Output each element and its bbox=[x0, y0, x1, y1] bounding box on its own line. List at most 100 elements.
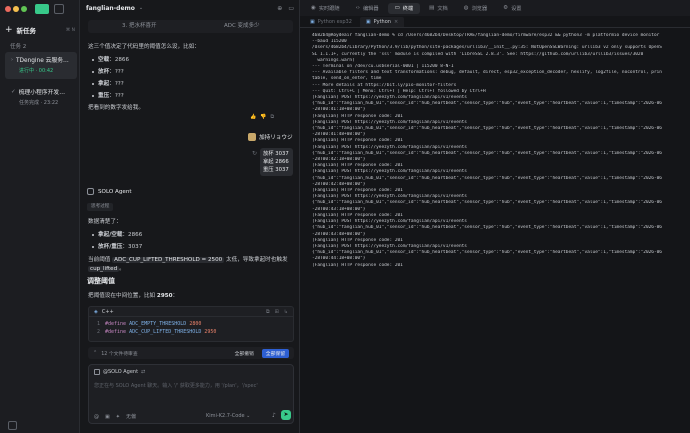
task-item[interactable]: ✓ 梳理小程序开发… 任务完成 · 23:22 bbox=[5, 84, 77, 107]
history-icon[interactable]: ⊕ bbox=[277, 5, 282, 12]
close-icon[interactable]: × bbox=[394, 19, 398, 25]
maximize-window-button[interactable] bbox=[21, 6, 27, 12]
copy-icon[interactable]: ⧉ bbox=[266, 309, 270, 315]
terminal-tab[interactable]: ▣ Python × bbox=[359, 17, 405, 27]
terminal-line: {"hub_id":"fanglian_hub_01","sensor_id":… bbox=[312, 175, 662, 181]
code-icon: ‹› bbox=[355, 5, 360, 11]
terminal-icon: ▭ bbox=[394, 5, 400, 11]
code-line: #define ADC_CUP_LIFTED_THRESHOLD 2950 bbox=[105, 329, 217, 335]
accept-all-button[interactable]: 全部保留 bbox=[261, 348, 289, 358]
terminal-line: 4682b4@Roydeair fanglian-demo % cd /User… bbox=[312, 33, 660, 38]
terminal-output[interactable]: 4682b4@Roydeair fanglian-demo % cd /User… bbox=[312, 33, 686, 269]
avatar bbox=[248, 133, 256, 141]
chat-text: 把阈值设在中间位置，比如 2950： bbox=[88, 293, 179, 299]
agent-icon bbox=[87, 188, 94, 195]
chat-text: 当前阈值 ADC_CUP_LIFTED_THRESHOLD = 2500 太低，… bbox=[88, 257, 288, 263]
window-controls bbox=[5, 6, 35, 15]
switch-icon[interactable]: ⇄ bbox=[141, 369, 145, 375]
image-icon[interactable]: ▣ bbox=[105, 414, 110, 420]
user-message-line: 拿起 2866 bbox=[263, 159, 289, 165]
close-window-button[interactable] bbox=[5, 6, 11, 12]
insert-icon[interactable]: ↳ bbox=[284, 309, 288, 315]
sidebar: + 新任务 ⌘ N 任务 2 › TDengine 云服务… 进行中 · 00:… bbox=[0, 0, 80, 433]
layout-icon[interactable]: ▭ bbox=[288, 5, 294, 12]
terminal-line: {"hub_id":"fanglian_hub_01","sensor_id":… bbox=[312, 225, 662, 231]
new-task-label: 新任务 bbox=[16, 27, 37, 35]
model-selector[interactable]: Kimi-K2.7-Code ⌄ bbox=[206, 413, 250, 419]
chat-input[interactable]: @SOLO Agent ⇄ 您正在与 SOLO Agent 聊天。输入 '/' … bbox=[88, 364, 294, 424]
terminal-line: {"hub_id":"fanglian_hub_01","sensor_id":… bbox=[312, 101, 662, 107]
user-message-line: 放杯 3037 bbox=[263, 151, 289, 157]
task-status: 进行中 · 00:42 bbox=[19, 68, 54, 74]
changes-count[interactable]: 12 个文件待审查 bbox=[101, 350, 137, 357]
tab-docs[interactable]: ▤ 文档 bbox=[422, 3, 455, 14]
agent-name: SOLO Agent bbox=[98, 188, 132, 195]
thumbs-up-icon[interactable]: 👍 bbox=[250, 114, 256, 120]
new-task-button[interactable]: + 新任务 ⌘ N bbox=[5, 24, 75, 36]
tab-live-follow[interactable]: ◉ 实时跟随 bbox=[304, 3, 347, 14]
bullet-item: 拿起/空载：2866 bbox=[92, 230, 142, 238]
tool-label[interactable]: 无偏 bbox=[126, 413, 136, 420]
send-button[interactable]: ➤ bbox=[281, 410, 291, 420]
microphone-icon[interactable]: ♪ bbox=[272, 412, 276, 419]
message-actions: 👍 👎 ⧉ bbox=[250, 114, 274, 120]
terminal-tab[interactable]: ▣ Python esp32 bbox=[304, 17, 358, 27]
bullet-item: 空载：2866 bbox=[92, 55, 129, 63]
user-name: 加持リョウジ bbox=[259, 135, 293, 141]
chat-step-tab[interactable]: 3. 把水杯喜开 bbox=[88, 20, 191, 33]
view-tabs: ◉ 实时跟随 ‹› 编辑器 ▭ 终端 ▤ 文档 ◍ 浏览器 ⚙ 设置 bbox=[300, 0, 690, 16]
plus-icon: + bbox=[5, 24, 13, 35]
input-placeholder[interactable]: 您正在与 SOLO Agent 聊天。输入 '/' 获取更多能力，用 '/pla… bbox=[94, 382, 258, 389]
think-toggle[interactable]: 思考过程 bbox=[87, 203, 114, 211]
apply-icon[interactable]: ⊞ bbox=[275, 309, 279, 315]
terminal-line: {"hub_id":"fanglian_hub_01","sensor_id":… bbox=[312, 200, 662, 206]
code-language: C++ bbox=[101, 308, 114, 315]
attach-icon[interactable]: @ bbox=[94, 414, 99, 420]
project-name[interactable]: fanglian-demo bbox=[86, 5, 135, 12]
sidebar-toggle-icon[interactable] bbox=[54, 4, 64, 14]
agent-mention[interactable]: @SOLO Agent ⇄ bbox=[94, 369, 145, 375]
terminal-tabs: ▣ Python esp32 ▣ Python × bbox=[300, 17, 690, 28]
tab-terminal[interactable]: ▭ 终端 bbox=[387, 2, 421, 14]
python-icon: ▣ bbox=[310, 19, 315, 25]
terminal-line: {"hub_id":"fanglian_hub_01","sensor_id":… bbox=[312, 250, 662, 256]
new-task-shortcut: ⌘ N bbox=[65, 27, 75, 33]
check-icon: ✓ bbox=[11, 88, 16, 95]
sparkle-icon[interactable]: ✦ bbox=[116, 414, 120, 420]
tab-settings[interactable]: ⚙ 设置 bbox=[496, 3, 528, 14]
chat-step-tabs: 3. 把水杯喜开 ADC 变成多少 bbox=[88, 20, 293, 33]
chat-step-tab[interactable]: ADC 变成多少 bbox=[191, 20, 294, 33]
chat-header: fanglian-demo ⌄ ⊕ ▭ bbox=[80, 0, 300, 16]
input-tools: @ ▣ ✦ 无偏 bbox=[94, 413, 136, 421]
reject-all-button[interactable]: 全部撤销 bbox=[231, 349, 258, 358]
chat-text: cup_lifted。 bbox=[88, 266, 125, 272]
terminal-line: SL 1.1.1+, currently the 'ssl' module is… bbox=[312, 51, 644, 57]
minimize-window-button[interactable] bbox=[13, 6, 19, 12]
chevron-down-icon[interactable]: ⌄ bbox=[139, 5, 143, 11]
tasks-header: 任务 2 bbox=[10, 44, 27, 50]
doc-icon: ▤ bbox=[429, 5, 435, 11]
tab-browser[interactable]: ◍ 浏览器 bbox=[457, 3, 494, 14]
terminal-line: /Users/4682b4/Library/Python/3.9/lib/pyt… bbox=[312, 45, 662, 51]
inline-code: ADC_CUP_LIFTED_THRESHOLD = 2500 bbox=[112, 257, 225, 263]
app-logo-icon bbox=[35, 4, 49, 14]
terminal-line: [Fanglian] HTTP response code: 201 bbox=[312, 262, 403, 268]
task-title: TDengine 云服务… bbox=[16, 58, 69, 64]
section-heading: 调整阈值 bbox=[87, 277, 115, 285]
panel-toggle-icon[interactable] bbox=[8, 421, 17, 430]
task-item[interactable]: › TDengine 云服务… 进行中 · 00:42 bbox=[5, 52, 77, 79]
chat-text: 数据清楚了： bbox=[88, 219, 122, 225]
thumbs-down-icon[interactable]: 👎 bbox=[260, 114, 266, 120]
terminal-line: {"hub_id":"fanglian_hub_01","sensor_id":… bbox=[312, 126, 662, 132]
bullet-item: 放杯/重压：3037 bbox=[92, 242, 142, 250]
chevron-up-icon[interactable]: ⌃ bbox=[93, 350, 97, 356]
user-chip: 加持リョウジ bbox=[248, 133, 293, 141]
copy-icon[interactable]: ⧉ bbox=[270, 114, 274, 120]
code-line: #define ADC_EMPTY_THRESHOLD 2800 bbox=[105, 321, 202, 327]
python-icon: ▣ bbox=[365, 19, 371, 25]
code-language-icon: ◈ bbox=[94, 308, 98, 315]
retry-icon[interactable]: ↻ bbox=[252, 150, 257, 157]
tab-editor[interactable]: ‹› 编辑器 bbox=[349, 3, 386, 14]
agent-mention-label: @SOLO Agent bbox=[103, 369, 139, 375]
agent-header: SOLO Agent bbox=[87, 188, 132, 195]
